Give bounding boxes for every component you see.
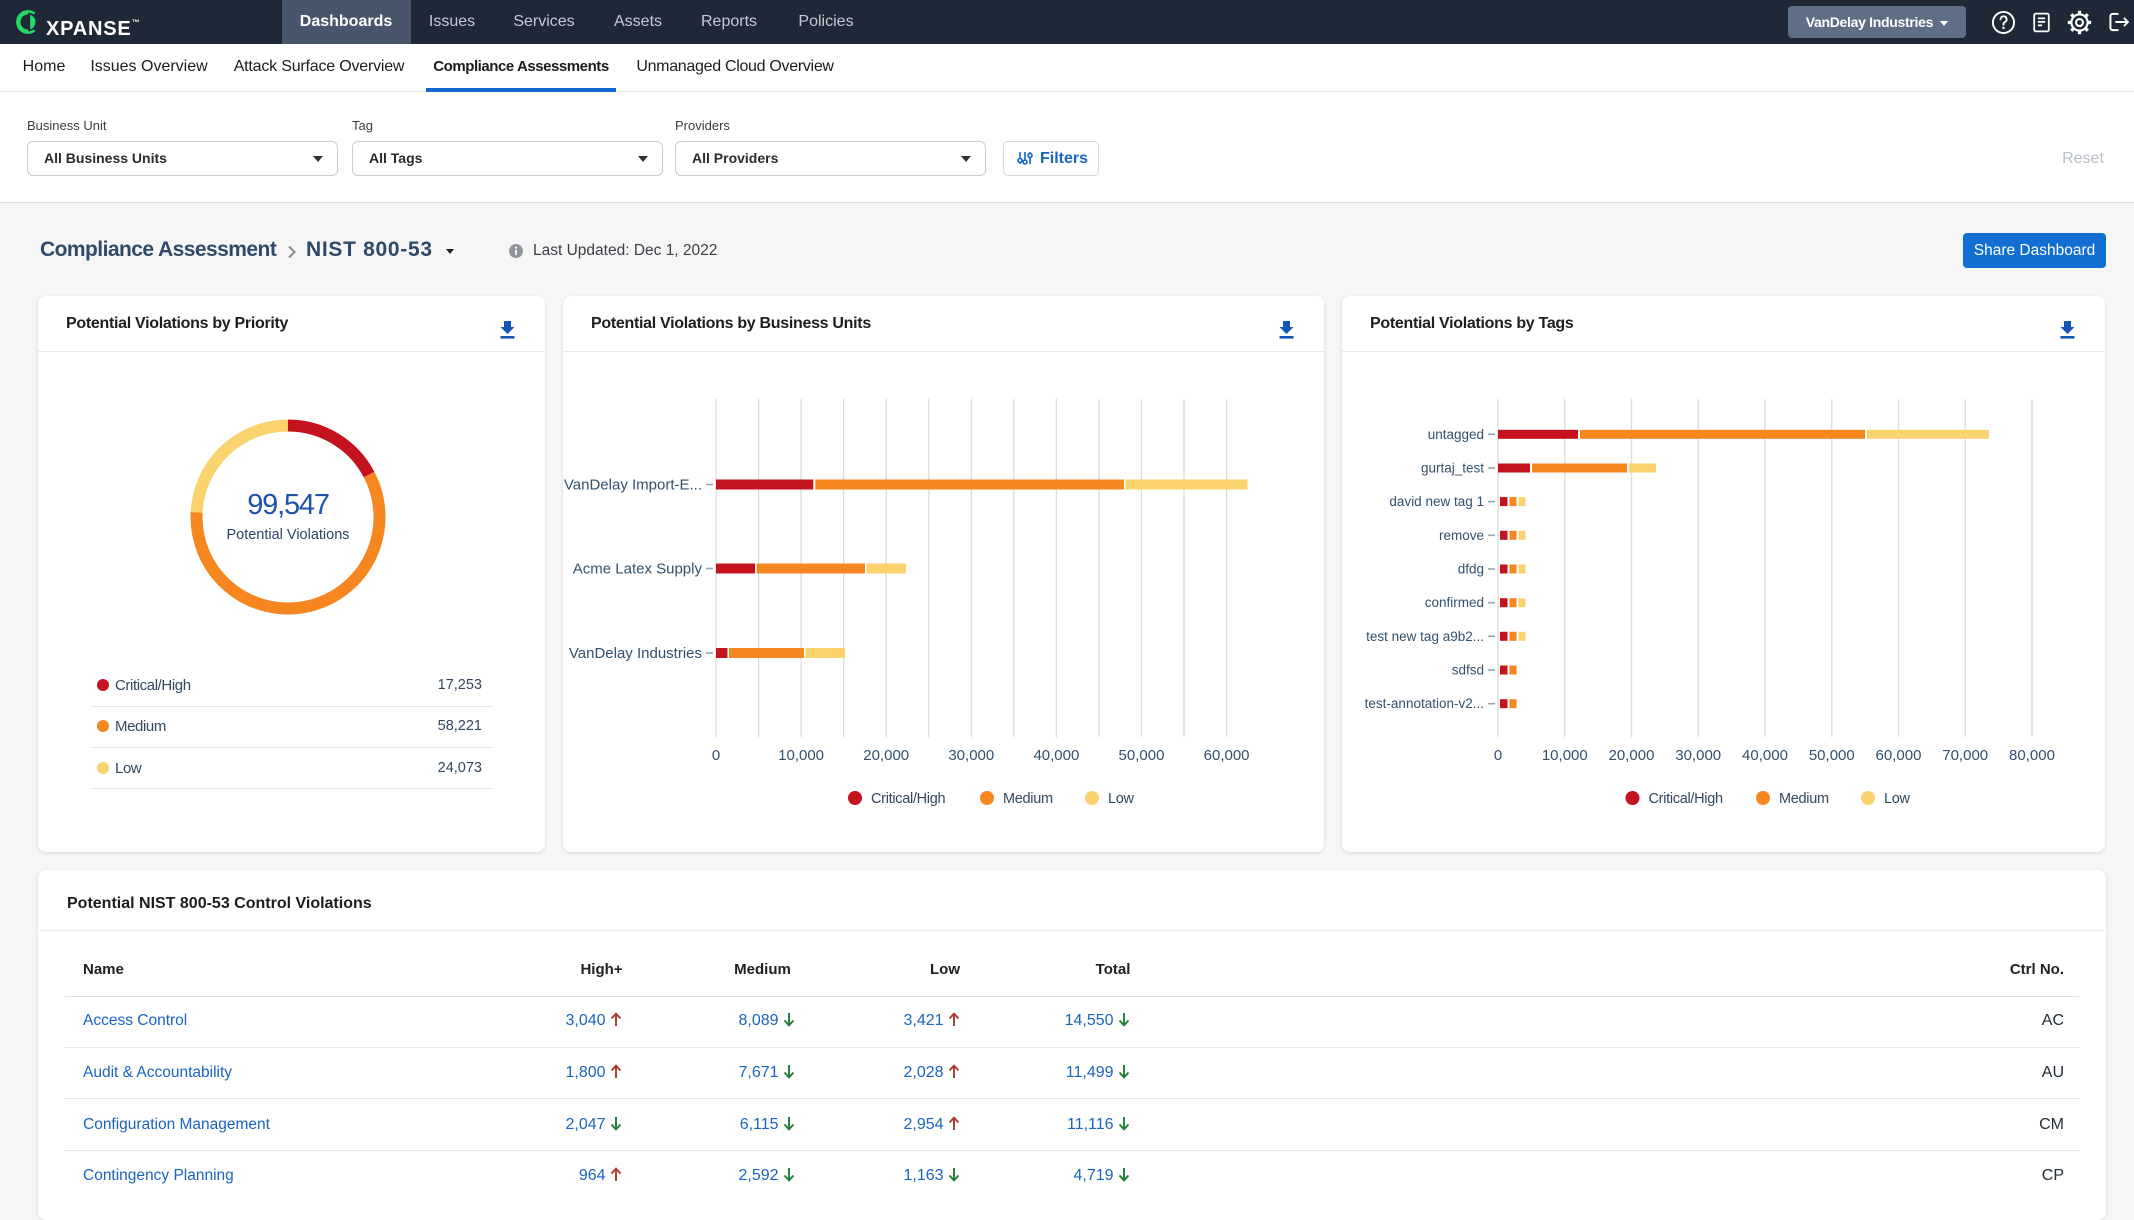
svg-text:test-annotation-v2...: test-annotation-v2... — [1365, 696, 1484, 711]
svg-text:VanDelay Industries: VanDelay Industries — [569, 645, 702, 662]
svg-text:80,000: 80,000 — [2009, 747, 2055, 764]
svg-text:50,000: 50,000 — [1119, 747, 1165, 764]
svg-text:VanDelay Import-E...: VanDelay Import-E... — [564, 477, 702, 494]
svg-text:40,000: 40,000 — [1742, 747, 1788, 764]
svg-text:Critical/High: Critical/High — [1649, 791, 1723, 807]
svg-text:untagged: untagged — [1428, 427, 1484, 442]
svg-text:30,000: 30,000 — [948, 747, 994, 764]
svg-text:60,000: 60,000 — [1876, 747, 1922, 764]
svg-text:Medium: Medium — [1779, 791, 1829, 807]
svg-text:Low: Low — [1884, 791, 1911, 807]
svg-text:Acme Latex Supply: Acme Latex Supply — [573, 561, 703, 578]
svg-text:10,000: 10,000 — [778, 747, 824, 764]
svg-text:gurtaj_test: gurtaj_test — [1421, 461, 1484, 476]
svg-text:0: 0 — [1494, 747, 1502, 764]
svg-text:0: 0 — [712, 747, 720, 764]
svg-text:20,000: 20,000 — [863, 747, 909, 764]
svg-text:test new tag a9b2...: test new tag a9b2... — [1366, 629, 1484, 644]
svg-text:sdfsd: sdfsd — [1452, 663, 1484, 678]
svg-text:50,000: 50,000 — [1809, 747, 1855, 764]
svg-text:60,000: 60,000 — [1204, 747, 1250, 764]
svg-text:Critical/High: Critical/High — [871, 791, 945, 807]
svg-text:30,000: 30,000 — [1675, 747, 1721, 764]
svg-text:david new tag 1: david new tag 1 — [1389, 494, 1484, 509]
svg-text:confirmed: confirmed — [1425, 595, 1484, 610]
svg-text:remove: remove — [1439, 528, 1484, 543]
svg-text:dfdg: dfdg — [1458, 562, 1484, 577]
svg-text:70,000: 70,000 — [1942, 747, 1988, 764]
svg-text:40,000: 40,000 — [1033, 747, 1079, 764]
svg-text:Medium: Medium — [1003, 791, 1053, 807]
svg-text:10,000: 10,000 — [1542, 747, 1588, 764]
svg-text:Low: Low — [1108, 791, 1135, 807]
svg-text:20,000: 20,000 — [1609, 747, 1655, 764]
